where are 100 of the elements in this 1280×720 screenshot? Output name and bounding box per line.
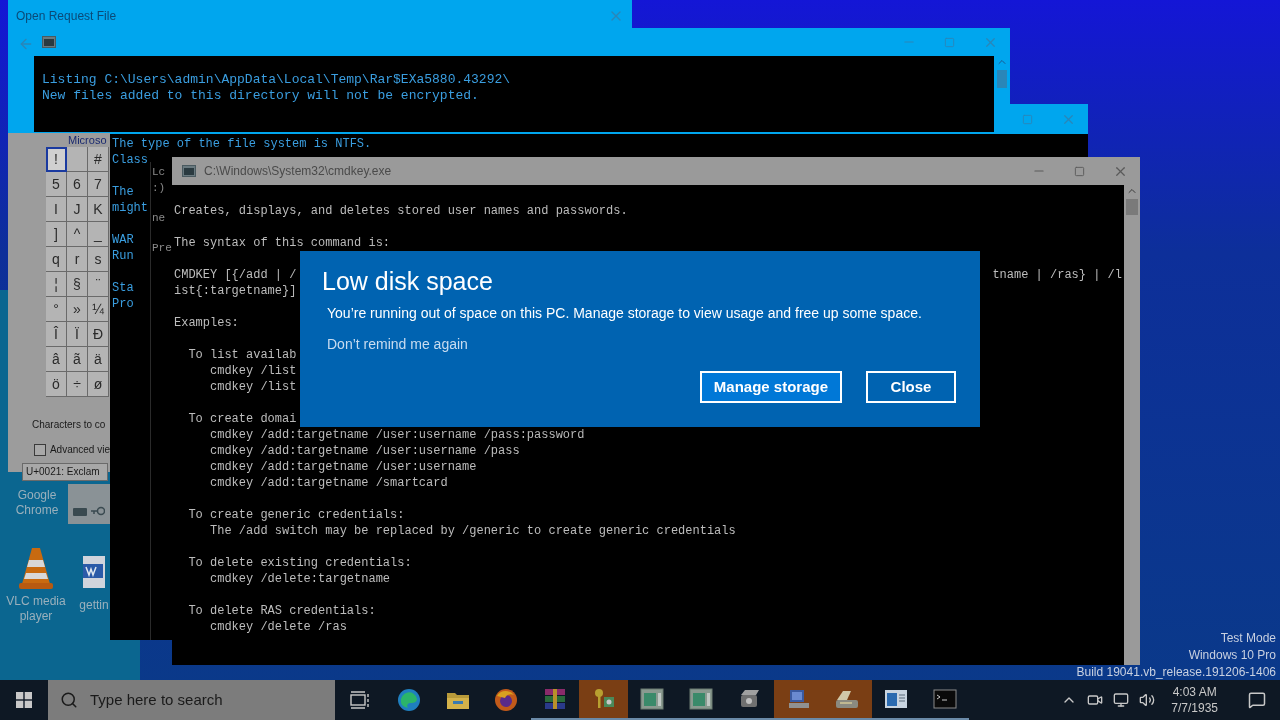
console-line: ne [152, 211, 166, 226]
character-cell[interactable]: r [67, 247, 88, 272]
dialog-button[interactable]: Manage storage [699, 371, 842, 403]
browser-icon [397, 688, 422, 712]
console-line: Creates, displays, and deletes stored user names and passwords. [174, 203, 628, 219]
console-line: ist{:targetname}] [174, 283, 297, 299]
character-cell[interactable]: ° [46, 297, 67, 322]
task-view-icon [350, 691, 371, 709]
console-line: Pre [152, 241, 172, 256]
desktop-info-text: Build 19041.vb_release.191206-1406 [1076, 664, 1276, 681]
character-cell[interactable]: 7 [88, 172, 109, 197]
scanner-icon [834, 688, 861, 710]
character-cell[interactable]: s [88, 247, 109, 272]
character-cell[interactable]: ! [46, 147, 67, 172]
character-cell[interactable]: q [46, 247, 67, 272]
character-cell[interactable]: ^ [67, 222, 88, 247]
console-line: The type of the file system is NTFS. [112, 136, 372, 152]
console-line: The [112, 184, 134, 200]
volume-icon[interactable] [1139, 692, 1156, 708]
character-cell[interactable]: ¼ [88, 297, 109, 322]
character-cell[interactable]: # [88, 147, 109, 172]
window-title: C:\Windows\System32\cmdkey.exe [204, 163, 392, 180]
character-cell[interactable]: ö [46, 372, 67, 397]
console-icon [182, 165, 196, 177]
console-line: To create domai [187, 411, 297, 427]
console-line: cmdkey /list [209, 379, 297, 395]
character-cell[interactable]: ø [88, 372, 109, 397]
scroll-thumb[interactable] [997, 70, 1007, 88]
character-cell[interactable]: ä [88, 347, 109, 372]
advanced-view-checkbox[interactable] [34, 443, 46, 456]
character-cell[interactable]: § [67, 272, 88, 297]
console-line: cmdkey /add:targetname /user:username [209, 459, 477, 475]
character-cell[interactable]: ¨ [88, 272, 109, 297]
browser-icon [494, 688, 519, 712]
console-line: Listing C:\Users\admin\AppData\Local\Temp\Rar$EXa5880.43292\ [42, 72, 511, 88]
search-field[interactable]: Type here to search [48, 680, 335, 720]
character-cell[interactable]: J [67, 197, 88, 222]
console-line: cmdkey /add:targetname /smartcard [209, 475, 448, 491]
desktop-info-text: Test Mode [1220, 630, 1276, 647]
character-cell[interactable]: K [88, 197, 109, 222]
character-cell[interactable]: ¦ [46, 272, 67, 297]
traffic-cone-icon[interactable] [18, 546, 54, 590]
character-cell[interactable]: Ð [88, 322, 109, 347]
console-line: New files added to this directory will not be encrypted. [42, 88, 479, 104]
taskbar-app-button[interactable] [822, 680, 872, 720]
character-cell[interactable]: ÷ [67, 372, 88, 397]
dont-remind-link[interactable]: Don’t remind me again [327, 334, 468, 355]
checkbox-label: Advanced vie [49, 443, 110, 457]
character-cell[interactable]: I [46, 197, 67, 222]
console-line: Class [112, 152, 148, 168]
console-line: The /add switch may be replaced by /generic to create generic credentials [209, 523, 736, 539]
character-cell[interactable]: 6 [67, 172, 88, 197]
network-icon[interactable] [1113, 692, 1130, 708]
character-cell[interactable]: Î [46, 322, 67, 347]
console-line: :) [152, 181, 166, 196]
folder-icon [445, 690, 470, 710]
console-line: tname | /ras} | /l [992, 267, 1122, 283]
windows-logo-icon [16, 692, 32, 708]
character-cell[interactable]: » [67, 297, 88, 322]
console-line: To delete RAS credentials: [187, 603, 376, 619]
keyboard-icon [73, 508, 87, 516]
window-title: Open Request File [16, 8, 117, 25]
console-icon [932, 689, 957, 709]
desktop-info-text: Windows 10 Pro [1188, 647, 1276, 664]
scroll-thumb[interactable] [1126, 199, 1138, 215]
dialog-button[interactable]: Close [866, 371, 956, 403]
console-line: Run [112, 248, 134, 264]
dialog-title: Low disk space [322, 266, 494, 297]
console-line: cmdkey /add:targetname /user:username /pass:password [209, 427, 585, 443]
notifications-icon[interactable] [1248, 691, 1266, 709]
app-window-icon [640, 688, 665, 710]
character-cell[interactable]: â [46, 347, 67, 372]
character-cell[interactable]: 5 [46, 172, 67, 197]
character-cell[interactable]: _ [88, 222, 109, 247]
console-line: Examples: [174, 315, 239, 331]
console-line: Pro [112, 296, 134, 312]
console-line: Lc [152, 165, 166, 180]
copy-label: Characters to co [32, 418, 107, 432]
camera-icon[interactable] [1087, 692, 1104, 708]
console-line: might [112, 200, 148, 216]
console-icon [42, 36, 56, 48]
console-line: To delete existing credentials: [187, 555, 412, 571]
character-cell[interactable]: ã [67, 347, 88, 372]
dialog-message: You’re running out of space on this PC. Manage storage to view usage and free up some space. [327, 304, 923, 323]
computer-icon [786, 687, 811, 711]
character-cell[interactable] [67, 147, 88, 172]
console-line: The syntax of this command is: [174, 235, 391, 251]
console-line: cmdkey /delete /ras [209, 619, 347, 635]
clock[interactable]: 4:03 AM 7/7/1935 [1165, 684, 1224, 716]
console-line: cmdkey /add:targetname /user:username /pass [209, 443, 520, 459]
status-field: U+0021: Exclam [22, 463, 108, 481]
console-line: To create generic credentials: [187, 507, 405, 523]
console-line: Sta [112, 280, 134, 296]
document-icon[interactable] [83, 556, 105, 588]
console-line: WAR [112, 232, 134, 248]
console-line: To list availab [187, 347, 297, 363]
console-line: cmdkey /delete:targetname [209, 571, 391, 587]
character-cell[interactable]: ] [46, 222, 67, 247]
character-cell[interactable]: Ï [67, 322, 88, 347]
window-icon [883, 689, 908, 709]
